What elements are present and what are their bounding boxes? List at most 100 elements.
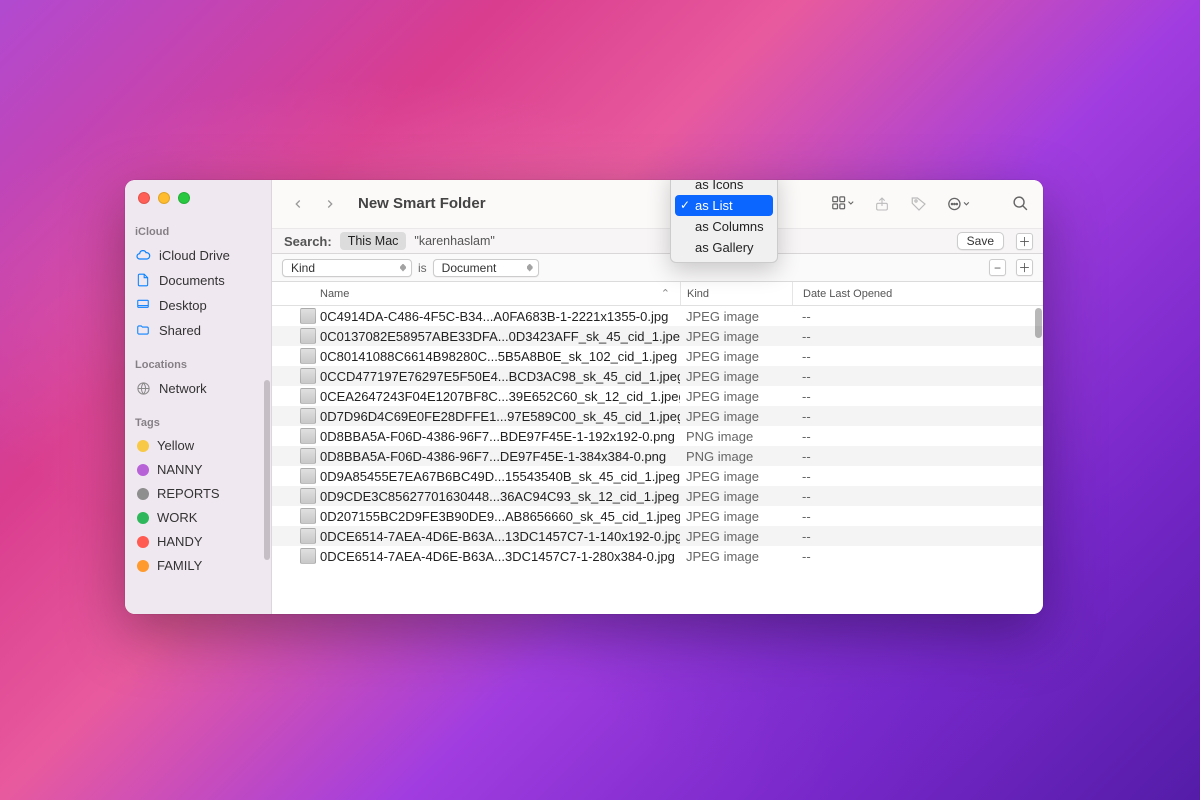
criteria-bar: Kind is Document − ＋: [272, 254, 1043, 282]
file-thumbnail-icon: [300, 308, 316, 324]
file-name: 0C4914DA-C486-4F5C-B34...A0FA683B-1-2221…: [320, 309, 680, 324]
file-name: 0C0137082E58957ABE33DFA...0D3423AFF_sk_4…: [320, 329, 680, 344]
table-row[interactable]: 0D9A85455E7EA67B6BC49D...15543540B_sk_45…: [272, 466, 1043, 486]
file-kind: JPEG image: [680, 549, 792, 564]
desktop-icon: [135, 297, 151, 313]
sidebar-tag-handy[interactable]: HANDY: [125, 530, 271, 553]
file-kind: JPEG image: [680, 489, 792, 504]
file-thumbnail-icon: [300, 408, 316, 424]
sidebar-item-network[interactable]: Network: [125, 376, 271, 400]
tag-dot-icon: [137, 488, 149, 500]
view-menu-item-icons[interactable]: as Icons: [675, 180, 773, 195]
sidebar-item-label: Shared: [159, 323, 201, 338]
group-menu-button[interactable]: [832, 196, 854, 212]
file-name: 0D7D96D4C69E0FE28DFFE1...97E589C00_sk_45…: [320, 409, 680, 424]
column-header-date[interactable]: Date Last Opened: [792, 282, 1043, 305]
table-header: Name⌃ Kind Date Last Opened: [272, 282, 1043, 306]
sidebar-item-desktop[interactable]: Desktop: [125, 293, 271, 317]
view-menu-item-columns[interactable]: as Columns: [675, 216, 773, 237]
view-menu-item-gallery[interactable]: as Gallery: [675, 237, 773, 258]
view-menu-item-list[interactable]: as List: [675, 195, 773, 216]
sidebar-tag-work[interactable]: WORK: [125, 506, 271, 529]
action-menu-button[interactable]: [948, 196, 972, 212]
minimize-button[interactable]: [158, 192, 170, 204]
file-date: --: [792, 529, 1043, 544]
file-date: --: [792, 369, 1043, 384]
sort-chevron-icon: ⌃: [661, 287, 670, 300]
file-name: 0C80141088C6614B98280C...5B5A8B0E_sk_102…: [320, 349, 680, 364]
file-date: --: [792, 389, 1043, 404]
share-icon[interactable]: [874, 195, 890, 213]
table-row[interactable]: 0C80141088C6614B98280C...5B5A8B0E_sk_102…: [272, 346, 1043, 366]
window-title: New Smart Folder: [358, 195, 486, 212]
file-thumbnail-icon: [300, 428, 316, 444]
main-area: New Smart Folder Search: This Mac "karen…: [272, 180, 1043, 614]
file-thumbnail-icon: [300, 548, 316, 564]
table-row[interactable]: 0CCD477197E76297E5F50E4...BCD3AC98_sk_45…: [272, 366, 1043, 386]
file-thumbnail-icon: [300, 508, 316, 524]
table-row[interactable]: 0D7D96D4C69E0FE28DFFE1...97E589C00_sk_45…: [272, 406, 1043, 426]
back-button[interactable]: [286, 192, 310, 216]
file-date: --: [792, 449, 1043, 464]
remove-criteria-button[interactable]: −: [989, 259, 1006, 276]
file-name: 0CEA2647243F04E1207BF8C...39E652C60_sk_1…: [320, 389, 680, 404]
sidebar-item-icloud-drive[interactable]: iCloud Drive: [125, 243, 271, 267]
sidebar-scrollbar[interactable]: [264, 380, 270, 560]
tag-dot-icon: [137, 560, 149, 572]
table-row[interactable]: 0D8BBA5A-F06D-4386-96F7...DE97F45E-1-384…: [272, 446, 1043, 466]
sidebar-item-label: NANNY: [157, 462, 203, 477]
table-row[interactable]: 0C4914DA-C486-4F5C-B34...A0FA683B-1-2221…: [272, 306, 1043, 326]
column-header-kind[interactable]: Kind: [680, 282, 792, 305]
close-button[interactable]: [138, 192, 150, 204]
file-date: --: [792, 409, 1043, 424]
file-list-scrollbar[interactable]: [1035, 308, 1042, 368]
sidebar-item-label: WORK: [157, 510, 197, 525]
sidebar-item-label: Yellow: [157, 438, 194, 453]
sidebar-tag-reports[interactable]: REPORTS: [125, 482, 271, 505]
file-date: --: [792, 509, 1043, 524]
table-row[interactable]: 0D9CDE3C85627701630448...36AC94C93_sk_12…: [272, 486, 1043, 506]
search-scope-this-mac[interactable]: This Mac: [340, 232, 407, 250]
tag-icon[interactable]: [910, 195, 928, 213]
file-kind: PNG image: [680, 429, 792, 444]
criteria-attribute-select[interactable]: Kind: [282, 259, 412, 277]
toolbar: New Smart Folder: [272, 180, 1043, 228]
file-name: 0CCD477197E76297E5F50E4...BCD3AC98_sk_45…: [320, 369, 680, 384]
table-row[interactable]: 0C0137082E58957ABE33DFA...0D3423AFF_sk_4…: [272, 326, 1043, 346]
sidebar-item-label: FAMILY: [157, 558, 202, 573]
file-name: 0D9CDE3C85627701630448...36AC94C93_sk_12…: [320, 489, 680, 504]
file-thumbnail-icon: [300, 488, 316, 504]
finder-window: iCloud iCloud Drive Documents Desktop Sh…: [125, 180, 1043, 614]
sidebar-item-shared[interactable]: Shared: [125, 318, 271, 342]
table-row[interactable]: 0D207155BC2D9FE3B90DE9...AB8656660_sk_45…: [272, 506, 1043, 526]
criteria-value-select[interactable]: Document: [433, 259, 539, 277]
criteria-operator: is: [418, 261, 427, 275]
sidebar-tag-yellow[interactable]: Yellow: [125, 434, 271, 457]
add-scope-button[interactable]: ＋: [1016, 233, 1033, 250]
file-name: 0D9A85455E7EA67B6BC49D...15543540B_sk_45…: [320, 469, 680, 484]
file-date: --: [792, 489, 1043, 504]
table-row[interactable]: 0DCE6514-7AEA-4D6E-B63A...13DC1457C7-1-1…: [272, 526, 1043, 546]
sidebar-tag-nanny[interactable]: NANNY: [125, 458, 271, 481]
window-controls: [125, 192, 271, 222]
sidebar-section-locations: Locations: [125, 355, 271, 375]
sidebar-section-tags: Tags: [125, 413, 271, 433]
sidebar-tag-family[interactable]: FAMILY: [125, 554, 271, 577]
forward-button[interactable]: [318, 192, 342, 216]
table-row[interactable]: 0D8BBA5A-F06D-4386-96F7...BDE97F45E-1-19…: [272, 426, 1043, 446]
file-date: --: [792, 469, 1043, 484]
sidebar-item-label: Network: [159, 381, 207, 396]
zoom-button[interactable]: [178, 192, 190, 204]
column-header-name[interactable]: Name⌃: [272, 287, 680, 300]
table-row[interactable]: 0DCE6514-7AEA-4D6E-B63A...3DC1457C7-1-28…: [272, 546, 1043, 566]
file-kind: JPEG image: [680, 389, 792, 404]
file-thumbnail-icon: [300, 328, 316, 344]
search-icon[interactable]: [1012, 195, 1029, 212]
file-list[interactable]: 0C4914DA-C486-4F5C-B34...A0FA683B-1-2221…: [272, 306, 1043, 614]
table-row[interactable]: 0CEA2647243F04E1207BF8C...39E652C60_sk_1…: [272, 386, 1043, 406]
add-criteria-button[interactable]: ＋: [1016, 259, 1033, 276]
search-scope-user[interactable]: "karenhaslam": [414, 234, 494, 248]
cloud-icon: [135, 247, 151, 263]
sidebar-item-documents[interactable]: Documents: [125, 268, 271, 292]
save-button[interactable]: Save: [957, 232, 1004, 250]
